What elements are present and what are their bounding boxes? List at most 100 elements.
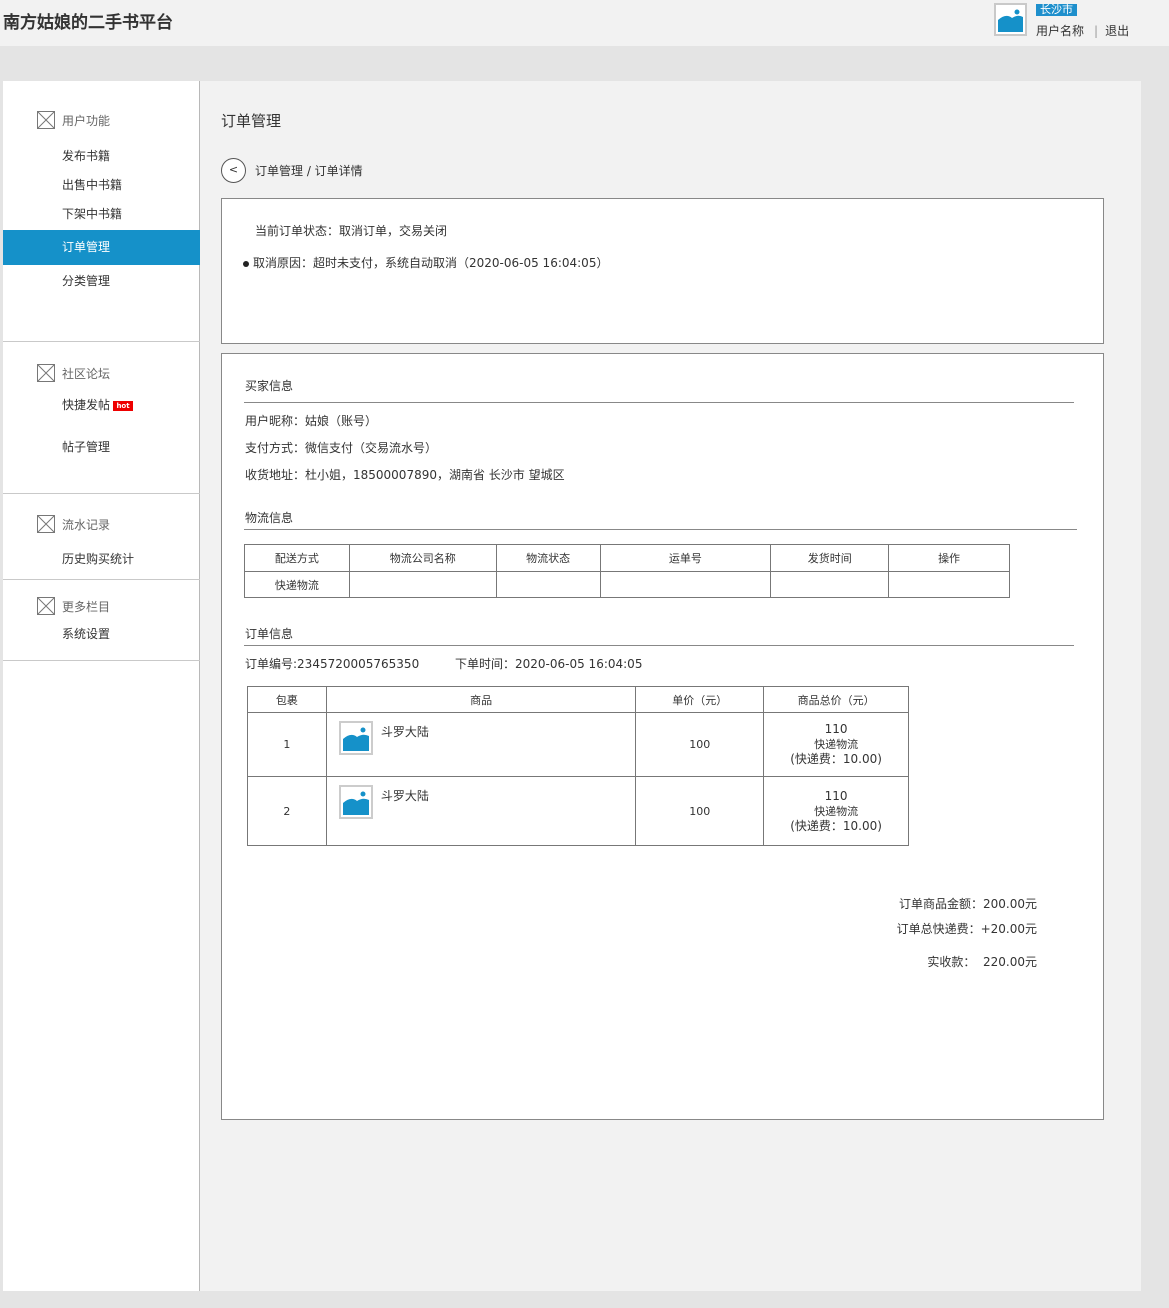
cancel-reason-text: 取消原因：超时未支付，系统自动取消（2020-06-05 16:04:05） bbox=[253, 256, 609, 270]
bullet-icon bbox=[243, 260, 249, 267]
box-x-icon bbox=[37, 111, 55, 129]
sidebar-item-quick-post[interactable]: 快捷发帖 hot bbox=[3, 395, 200, 415]
table-row: 1 斗罗大陆 100 110 快递物流 (快递费：10.00) bbox=[247, 712, 909, 777]
column-header: 运单号 bbox=[599, 544, 772, 572]
total-cell: 110 快递物流 (快递费：10.00) bbox=[763, 712, 909, 777]
table-cell bbox=[495, 571, 601, 598]
app-title: 南方姑娘的二手书平台 bbox=[3, 13, 173, 33]
order-status: 当前订单状态：取消订单，交易关闭 bbox=[255, 224, 448, 238]
product-cell: 斗罗大陆 bbox=[325, 712, 637, 777]
shipping-fee: (快递费：10.00) bbox=[790, 818, 882, 833]
username-link[interactable]: 用户名称 bbox=[1036, 24, 1084, 38]
order-detail-panel: 买家信息 用户昵称：姑娘（账号） 支付方式：微信支付（交易流水号） 收货地址：杜… bbox=[221, 353, 1104, 1120]
box-x-icon bbox=[37, 515, 55, 533]
received-amount: 实收款： 220.00元 bbox=[927, 955, 1037, 969]
sidebar-item-on-sale[interactable]: 出售中书籍 bbox=[3, 175, 200, 195]
table-cell bbox=[770, 571, 890, 598]
table-header-row: 包裹 商品 单价（元） 商品总价（元） bbox=[247, 686, 909, 713]
sidebar-group-head-records[interactable]: 流水记录 bbox=[37, 515, 110, 533]
logout-link[interactable]: 退出 bbox=[1105, 24, 1129, 38]
column-header: 商品 bbox=[325, 686, 637, 713]
sidebar-group-forum: 社区论坛 快捷发帖 hot 帖子管理 bbox=[3, 342, 200, 494]
order-status-panel: 当前订单状态：取消订单，交易关闭 取消原因：超时未支付，系统自动取消（2020-… bbox=[221, 198, 1104, 344]
sidebar-group-records: 流水记录 历史购买统计 bbox=[3, 494, 200, 580]
total-amount: 110 bbox=[824, 788, 848, 803]
back-button[interactable]: < bbox=[221, 158, 246, 183]
divider bbox=[244, 529, 1077, 530]
hot-badge: hot bbox=[113, 400, 134, 411]
package-cell: 2 bbox=[247, 776, 327, 846]
column-header: 配送方式 bbox=[244, 544, 350, 572]
sidebar-item-post-manage[interactable]: 帖子管理 bbox=[3, 437, 200, 457]
page-title: 订单管理 bbox=[221, 112, 282, 130]
column-header: 商品总价（元） bbox=[763, 686, 909, 713]
order-section-title: 订单信息 bbox=[245, 627, 294, 641]
shipping-method: 快递物流 bbox=[814, 738, 859, 751]
product-cell: 斗罗大陆 bbox=[325, 776, 637, 846]
table-header-row: 配送方式 物流公司名称 物流状态 运单号 发货时间 操作 bbox=[244, 544, 1010, 572]
goods-amount: 订单商品金额：200.00元 bbox=[899, 897, 1037, 911]
total-cell: 110 快递物流 (快递费：10.00) bbox=[763, 776, 909, 846]
table-cell: 快递物流 bbox=[244, 571, 350, 598]
sidebar: 用户功能 发布书籍 出售中书籍 下架中书籍 订单管理 分类管理 社区论坛 快捷发… bbox=[3, 81, 200, 1291]
buyer-nickname: 用户昵称：姑娘（账号） bbox=[245, 414, 378, 428]
image-placeholder-icon[interactable] bbox=[338, 785, 373, 819]
user-links: 用户名称 | 退出 bbox=[1036, 22, 1129, 39]
box-x-icon bbox=[37, 364, 55, 382]
buyer-section-title: 买家信息 bbox=[245, 379, 294, 393]
image-placeholder-icon[interactable] bbox=[994, 3, 1027, 36]
sidebar-item-publish[interactable]: 发布书籍 bbox=[3, 146, 200, 166]
column-header: 操作 bbox=[888, 544, 1010, 572]
separator: | bbox=[1094, 24, 1099, 38]
order-table: 包裹 商品 单价（元） 商品总价（元） 1 斗罗大陆 100 110 快递物流 … bbox=[247, 686, 909, 846]
buyer-address: 收货地址：杜小姐，18500007890，湖南省 长沙市 望城区 bbox=[245, 468, 565, 482]
sidebar-group-head-forum[interactable]: 社区论坛 bbox=[37, 364, 110, 382]
sidebar-group-label: 用户功能 bbox=[62, 113, 111, 128]
box-x-icon bbox=[37, 597, 55, 615]
main-content: 订单管理 < 订单管理 / 订单详情 当前订单状态：取消订单，交易关闭 取消原因… bbox=[200, 81, 1141, 1291]
logistics-table: 配送方式 物流公司名称 物流状态 运单号 发货时间 操作 快递物流 bbox=[244, 544, 1010, 598]
shipping-method: 快递物流 bbox=[814, 804, 859, 818]
buyer-payment: 支付方式：微信支付（交易流水号） bbox=[245, 441, 438, 455]
cancel-reason: 取消原因：超时未支付，系统自动取消（2020-06-05 16:04:05） bbox=[243, 254, 608, 271]
user-box: 长沙市 用户名称 | 退出 bbox=[994, 3, 1169, 39]
table-cell[interactable] bbox=[888, 571, 1010, 598]
sidebar-item-off-shelf[interactable]: 下架中书籍 bbox=[3, 204, 200, 224]
order-number: 订单编号:2345720005765350 bbox=[245, 657, 420, 671]
sidebar-group-label: 社区论坛 bbox=[62, 366, 111, 381]
sidebar-item-categories[interactable]: 分类管理 bbox=[3, 271, 200, 291]
image-placeholder-icon[interactable] bbox=[338, 721, 373, 755]
table-row: 2 斗罗大陆 100 110 快递物流 (快递费：10.00) bbox=[247, 776, 909, 846]
sidebar-group-label: 流水记录 bbox=[62, 517, 111, 532]
divider bbox=[244, 402, 1074, 403]
breadcrumb: 订单管理 / 订单详情 bbox=[255, 164, 363, 178]
sidebar-item-label: 快捷发帖 bbox=[62, 398, 111, 412]
shipping-fee: (快递费：10.00) bbox=[790, 752, 882, 766]
total-amount: 110 bbox=[824, 722, 848, 736]
table-cell bbox=[599, 571, 772, 598]
column-header: 物流状态 bbox=[495, 544, 601, 572]
shipping-total: 订单总快递费：+20.00元 bbox=[896, 922, 1037, 936]
top-bar: 南方姑娘的二手书平台 长沙市 用户名称 | 退出 bbox=[0, 0, 1169, 46]
sidebar-group-label: 更多栏目 bbox=[62, 599, 111, 614]
sidebar-item-settings[interactable]: 系统设置 bbox=[3, 624, 200, 644]
sidebar-item-orders[interactable]: 订单管理 bbox=[3, 230, 200, 265]
product-name[interactable]: 斗罗大陆 bbox=[381, 787, 429, 804]
sidebar-group-more: 更多栏目 系统设置 bbox=[3, 580, 200, 661]
table-cell bbox=[348, 571, 497, 598]
order-time: 下单时间：2020-06-05 16:04:05 bbox=[455, 657, 643, 671]
column-header: 物流公司名称 bbox=[348, 544, 497, 572]
price-cell: 100 bbox=[635, 712, 765, 777]
column-header: 单价（元） bbox=[635, 686, 765, 713]
city-badge[interactable]: 长沙市 bbox=[1036, 4, 1077, 16]
price-cell: 100 bbox=[635, 776, 765, 846]
column-header: 发货时间 bbox=[770, 544, 890, 572]
sidebar-group-head-more[interactable]: 更多栏目 bbox=[37, 597, 110, 615]
product-name[interactable]: 斗罗大陆 bbox=[381, 723, 429, 740]
package-cell: 1 bbox=[247, 712, 327, 777]
table-row: 快递物流 bbox=[244, 571, 1010, 598]
sidebar-group-head-user[interactable]: 用户功能 bbox=[37, 111, 110, 129]
sidebar-item-purchase-stats[interactable]: 历史购买统计 bbox=[3, 549, 200, 569]
divider bbox=[244, 645, 1074, 646]
column-header: 包裹 bbox=[247, 686, 327, 713]
